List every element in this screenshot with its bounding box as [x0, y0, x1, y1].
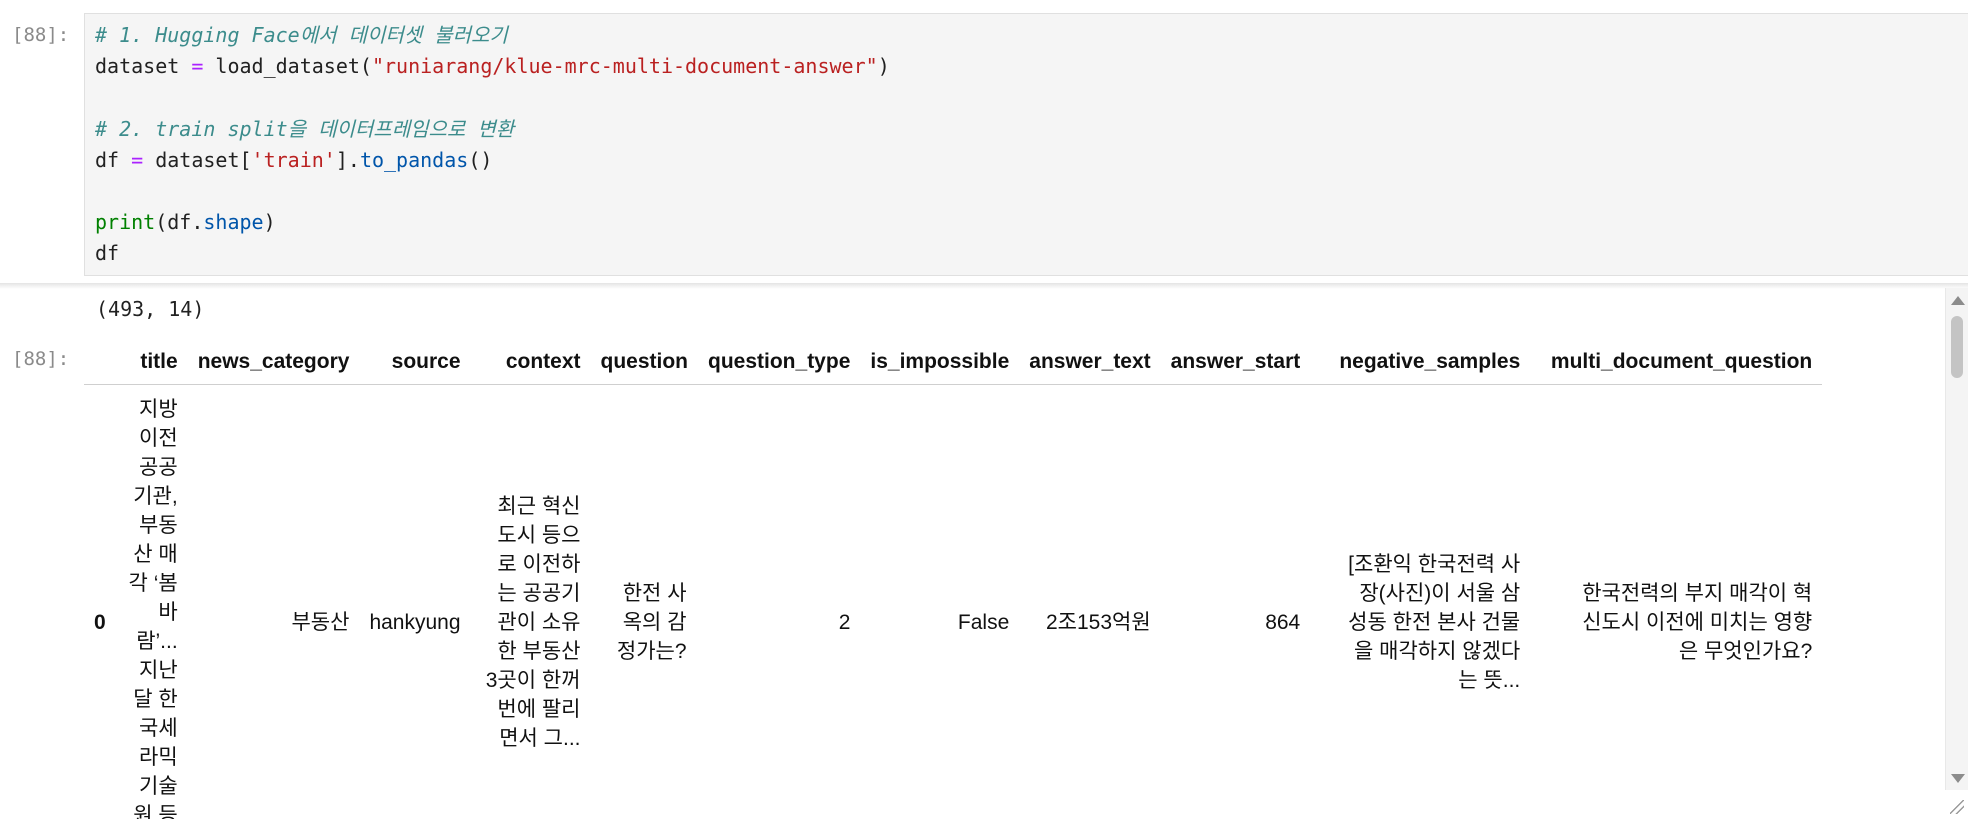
- row-index: 0: [94, 610, 106, 634]
- cell-text-line: 원 등: [133, 804, 178, 819]
- code-line: df = dataset['train'].to_pandas(): [95, 145, 890, 176]
- cell-text-line: 지난: [139, 659, 178, 682]
- column-header-answer-start: answer_start: [1160, 342, 1311, 385]
- code-token: df: [95, 147, 132, 172]
- cell-text-line: 는 공공기: [497, 581, 581, 605]
- scroll-up-icon[interactable]: [1951, 296, 1965, 305]
- code-token: =: [191, 54, 204, 79]
- cell-text-line: 번에 팔리: [497, 697, 581, 721]
- cell-text-line: 부동: [139, 514, 178, 537]
- cell-context: 최근 혁신도시 등으로 이전하는 공공기관이 소유한 부동산 3곳이 한꺼번에 팔…: [471, 385, 591, 819]
- code-token: "runiarang/klue-mrc-multi-document-answe…: [371, 54, 878, 79]
- cell-text-line: 지방: [139, 398, 178, 421]
- cell-text-line: 바람’...: [136, 601, 178, 653]
- cell-text-line: 각 ‘봄: [128, 572, 178, 595]
- cell-text-line: 로 이전하: [497, 552, 581, 576]
- code-token: =: [131, 147, 144, 172]
- header-row: title news_category source context question q…: [84, 342, 1823, 385]
- stdout-output: (493, 14): [96, 297, 205, 321]
- column-header-answer-text: answer_text: [1019, 342, 1161, 385]
- code-token: print: [95, 210, 156, 235]
- code-token: (df.: [155, 210, 204, 235]
- cell-title: 지방이전공공기관,부동산 매각 ‘봄바람’...지난달 한국세라믹기술원 등3곳: [116, 385, 188, 819]
- column-header-news-category: news_category: [187, 342, 360, 385]
- cell-text-line: [조환익 한국전력 사: [1348, 552, 1521, 576]
- column-header-source: source: [359, 342, 471, 385]
- column-header-multi-document-question: multi_document_question: [1530, 342, 1823, 385]
- column-header-question: question: [590, 342, 699, 385]
- cell-text-line: 관이 소유: [497, 610, 581, 634]
- column-header-negative-samples: negative_samples: [1310, 342, 1531, 385]
- cell-answer-start: 864: [1265, 610, 1301, 634]
- scrollbar-thumb[interactable]: [1951, 316, 1963, 378]
- code-token: (): [468, 147, 493, 172]
- cell-text-line: 기술: [139, 775, 178, 798]
- cell-negative-samples: [조환익 한국전력 사장(사진)이 서울 삼성동 한전 본사 건물을 매각하지 …: [1310, 385, 1530, 819]
- cell-answer-text: 2조153억원: [1045, 610, 1151, 634]
- column-header-is-impossible: is_impossible: [860, 342, 1020, 385]
- cell-text-line: 라믹: [139, 746, 178, 769]
- code-token: ): [263, 210, 276, 235]
- cell-text-line: 달 한: [133, 688, 178, 711]
- cell-text-line: 신도시 이전에 미치는 영향: [1582, 610, 1813, 634]
- code-token: # 2. train split을 데이터프레임으로 변환: [95, 116, 515, 141]
- code-line: df: [95, 238, 890, 269]
- column-header-question-type: question_type: [698, 342, 861, 385]
- code-token: # 1. Hugging Face에서 데이터셋 불러오기: [95, 23, 508, 47]
- cell-text-line: 한 부동산: [497, 639, 581, 663]
- code-token: df: [95, 241, 120, 266]
- cell-text-line: 정가는?: [616, 639, 687, 663]
- cell-text-line: 최근 혁신: [497, 494, 581, 518]
- cell-text-line: 도시 등으: [497, 523, 581, 547]
- cell-text-line: 옥의 감: [622, 610, 687, 634]
- dataframe-table: title news_category source context question q…: [84, 342, 1823, 819]
- cell-text-line: 성동 한전 본사 건물: [1348, 610, 1521, 634]
- cell-text-line: 한전 사: [622, 581, 687, 605]
- cell-text-line: 기관,: [133, 485, 178, 508]
- scroll-down-icon[interactable]: [1951, 774, 1965, 783]
- cell-text-line: 을 매각하지 않겠다: [1354, 639, 1521, 663]
- cell-text-line: 면서 그...: [499, 726, 581, 750]
- column-header-title: title: [115, 342, 188, 385]
- output-scrollbar[interactable]: [1945, 288, 1968, 790]
- cell-multi-document-question: 한국전력의 부지 매각이 혁신도시 이전에 미치는 영향은 무엇인가요?: [1530, 385, 1822, 819]
- code-token: ): [877, 54, 890, 79]
- cell-is-impossible: False: [957, 610, 1010, 634]
- code-token: dataset[: [143, 147, 252, 172]
- cell-text-line: 이전: [139, 427, 178, 450]
- cell-news-category: 부동산: [291, 610, 350, 634]
- code-line: # 2. train split을 데이터프레임으로 변환: [95, 114, 890, 145]
- cell-text-line: 국세: [139, 717, 178, 740]
- code-token: dataset: [95, 54, 192, 79]
- cell-text-line: 장(사진)이 서울 삼: [1359, 581, 1521, 605]
- code-line: print(df.shape): [95, 207, 890, 238]
- code-line: # 1. Hugging Face에서 데이터셋 불러오기: [95, 20, 890, 51]
- cell-text-line: 은 무엇인가요?: [1678, 639, 1813, 663]
- cell-source: hankyung: [369, 610, 461, 634]
- cell-text-line: 한국전력의 부지 매각이 혁: [1582, 581, 1813, 605]
- cell-separator: [0, 283, 1968, 289]
- cell-question: 한전 사옥의 감정가는?: [591, 385, 699, 819]
- cell-text-line: 산 매: [133, 543, 178, 566]
- cell-text-line: 는 뜻...: [1458, 668, 1521, 692]
- code-token: 'train': [251, 147, 336, 172]
- resize-grip-icon[interactable]: [1950, 800, 1964, 814]
- cell-text-line: 3곳이 한꺼: [485, 668, 581, 692]
- output-prompt: [88]:: [12, 348, 70, 370]
- index-header: [84, 342, 116, 385]
- table-row: 0 지방이전공공기관, 부동산 매각 ‘봄바람’... 지난달 한국세라믹기술원 등…: [84, 385, 1822, 819]
- column-header-context: context: [470, 342, 591, 385]
- code-token: shape: [203, 210, 264, 235]
- code-line: dataset = load_dataset("runiarang/klue-m…: [95, 51, 890, 82]
- code-token: ].: [335, 147, 360, 172]
- cell-text-line: 공공: [139, 456, 178, 479]
- input-prompt: [88]:: [12, 24, 70, 46]
- code-token: load_dataset(: [203, 54, 372, 79]
- dataframe-output: title news_category source context question q…: [84, 342, 1941, 819]
- code-editor-text[interactable]: # 1. Hugging Face에서 데이터셋 불러오기 dataset = l…: [95, 20, 890, 270]
- cell-question-type: 2: [838, 610, 851, 634]
- code-token: to_pandas: [359, 147, 469, 172]
